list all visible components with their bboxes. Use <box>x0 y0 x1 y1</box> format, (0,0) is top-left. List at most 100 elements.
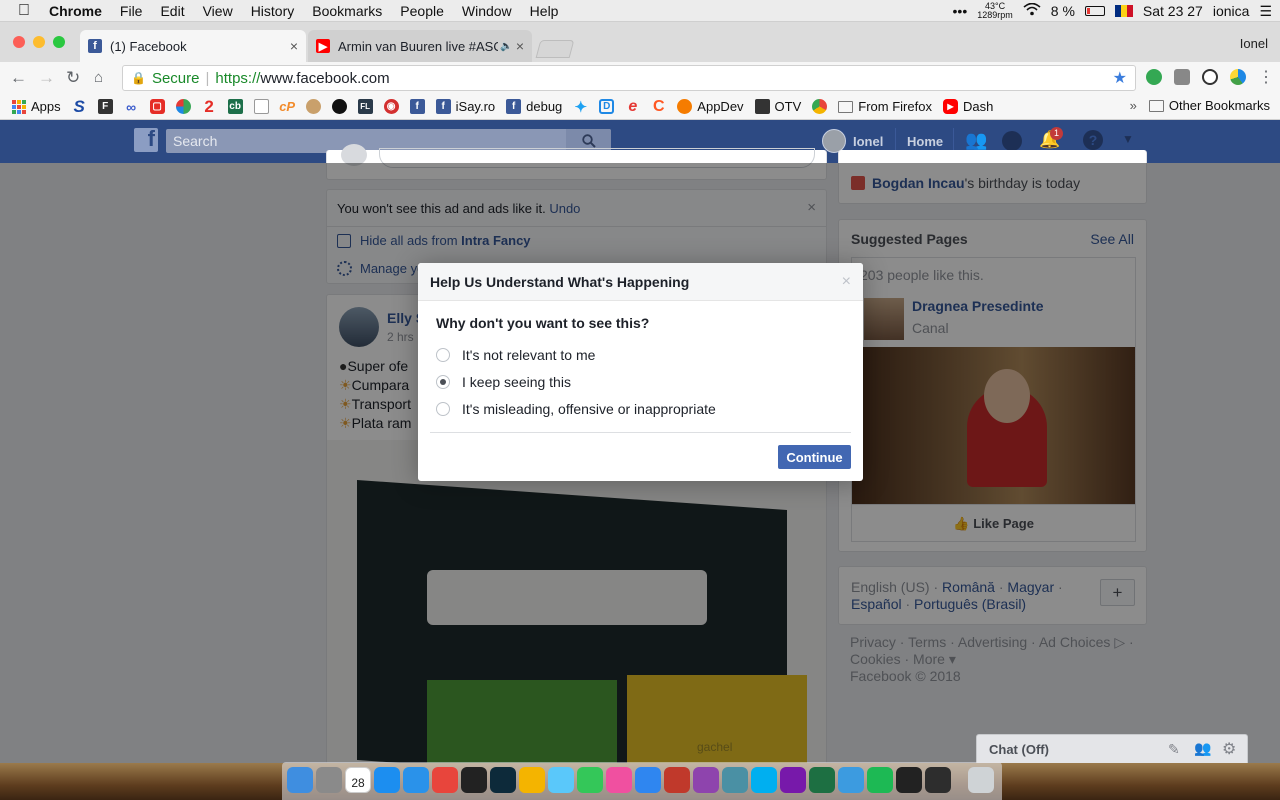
photos-icon[interactable] <box>519 767 545 793</box>
bookmark-from-firefox[interactable]: From Firefox <box>838 99 932 114</box>
activity-monitor-icon[interactable] <box>925 767 951 793</box>
compose-icon[interactable]: ✎ <box>1168 741 1180 758</box>
menu-help[interactable]: Help <box>521 3 568 19</box>
profile-link[interactable]: Ionel <box>853 134 883 149</box>
bookmark-isay[interactable]: f iSay.ro <box>435 99 495 114</box>
preview-icon[interactable] <box>838 767 864 793</box>
onenote-icon[interactable] <box>780 767 806 793</box>
excel-icon[interactable] <box>809 767 835 793</box>
spotify-icon[interactable] <box>867 767 893 793</box>
final-cut-icon[interactable] <box>461 767 487 793</box>
bookmark-fl[interactable]: FL <box>357 99 373 114</box>
finder-icon[interactable] <box>287 767 313 793</box>
bookmark-e[interactable]: e <box>625 98 640 115</box>
disk-utility-icon[interactable] <box>722 767 748 793</box>
continue-button[interactable]: Continue <box>778 445 851 469</box>
launchpad-icon[interactable] <box>316 767 342 793</box>
app-store-icon[interactable] <box>635 767 661 793</box>
bookmark-c[interactable]: C <box>651 98 666 115</box>
radio-button-selected[interactable] <box>436 375 450 389</box>
bookmark-twitter[interactable]: ✦ <box>573 99 588 116</box>
bookmark-d[interactable]: D <box>599 99 615 114</box>
profile-name[interactable]: Ionel <box>1240 36 1268 51</box>
bookmarks-overflow-chevron[interactable]: » <box>1130 98 1137 113</box>
menu-file[interactable]: File <box>111 3 152 19</box>
chrome-icon[interactable] <box>432 767 458 793</box>
tab-close-icon[interactable]: × <box>516 38 524 54</box>
radio-button[interactable] <box>436 348 450 362</box>
radio-button[interactable] <box>436 402 450 416</box>
battery-percent[interactable]: 8 % <box>1051 3 1075 19</box>
temp-readout[interactable]: 43°C 1289rpm <box>977 2 1013 20</box>
help-icon[interactable]: ? <box>1083 130 1103 150</box>
terminal-icon[interactable] <box>896 767 922 793</box>
reload-icon[interactable]: ↻ <box>66 68 80 88</box>
home-icon[interactable]: ⌂ <box>94 69 103 86</box>
tab-youtube[interactable]: ▶ Armin van Buuren live #ASO 🔈 × <box>308 30 532 62</box>
forward-arrow-icon[interactable]: → <box>38 68 55 88</box>
messages-icon[interactable] <box>548 767 574 793</box>
menu-history[interactable]: History <box>242 3 304 19</box>
friend-requests-icon[interactable]: 👥 <box>965 130 987 151</box>
clock[interactable]: Sat 23 27 <box>1143 3 1203 19</box>
tab-close-icon[interactable]: × <box>290 38 298 54</box>
color-picker-icon[interactable] <box>693 767 719 793</box>
minimize-window-button[interactable] <box>33 36 45 48</box>
bookmark-badge[interactable] <box>305 99 321 114</box>
bookmark-pie[interactable] <box>175 99 191 114</box>
calendar-icon[interactable]: 28 <box>345 767 371 793</box>
bookmark-debug[interactable]: f debug <box>506 99 562 114</box>
menu-user[interactable]: ionica <box>1213 3 1250 19</box>
itunes-icon[interactable] <box>606 767 632 793</box>
facebook-logo[interactable]: f <box>134 126 158 152</box>
bookmark-target[interactable]: ◉ <box>383 99 399 114</box>
option-keep-seeing[interactable]: I keep seeing this <box>436 374 571 390</box>
option-not-relevant[interactable]: It's not relevant to me <box>436 347 595 363</box>
bookmark-ftp[interactable]: F <box>97 99 113 114</box>
menu-extra-dots[interactable]: ••• <box>953 3 968 19</box>
extension-gray-icon[interactable] <box>1174 69 1190 85</box>
extension-green-icon[interactable] <box>1146 69 1162 85</box>
messenger-icon[interactable] <box>1002 131 1022 151</box>
back-arrow-icon[interactable]: ← <box>10 68 27 88</box>
bookmark-link[interactable]: ∞ <box>124 99 139 115</box>
menu-view[interactable]: View <box>194 3 242 19</box>
bookmark-two[interactable]: 2 <box>202 97 217 116</box>
new-tab-button[interactable] <box>535 40 575 58</box>
speaker-icon[interactable]: 🔈 <box>500 41 512 52</box>
bookmark-otv[interactable]: OTV <box>754 99 801 114</box>
extension-pie-icon[interactable] <box>1230 69 1246 85</box>
chat-bar[interactable]: Chat (Off) ✎ 👥 ⚙ <box>976 734 1248 763</box>
wifi-icon[interactable] <box>1023 2 1041 19</box>
bookmark-cb[interactable]: cb <box>227 99 243 114</box>
bookmark-appdev[interactable]: AppDev <box>677 99 744 114</box>
menu-people[interactable]: People <box>391 3 453 19</box>
account-menu-chevron-icon[interactable]: ▼ <box>1122 132 1134 146</box>
facetime-icon[interactable] <box>577 767 603 793</box>
bookmark-red-square[interactable]: ▢ <box>149 99 165 114</box>
notification-center-icon[interactable]: ☰ <box>1259 3 1272 20</box>
bookmark-cp[interactable]: cP <box>279 99 295 114</box>
zoom-window-button[interactable] <box>53 36 65 48</box>
close-icon[interactable]: × <box>842 273 851 291</box>
extension-1password-icon[interactable] <box>1202 69 1218 85</box>
bookmark-chrome[interactable] <box>812 99 828 114</box>
other-bookmarks[interactable]: » Other Bookmarks <box>1130 98 1270 113</box>
safari-icon[interactable] <box>403 767 429 793</box>
gear-icon[interactable]: ⚙ <box>1222 739 1236 759</box>
menu-window[interactable]: Window <box>453 3 521 19</box>
bookmark-star-icon[interactable]: ★ <box>1113 68 1127 88</box>
battery-icon[interactable] <box>1084 6 1105 16</box>
chrome-menu-icon[interactable]: ⋮ <box>1258 67 1274 87</box>
address-bar[interactable]: 🔒 Secure | https:// www.facebook.com ★ <box>122 65 1136 91</box>
menu-bookmarks[interactable]: Bookmarks <box>303 3 391 19</box>
bookmark-github[interactable] <box>331 99 347 114</box>
tab-facebook[interactable]: f (1) Facebook × <box>80 30 306 62</box>
menu-app-name[interactable]: Chrome <box>40 3 111 19</box>
romanian-flag-icon[interactable] <box>1114 5 1133 17</box>
bookmark-apps[interactable]: Apps <box>12 99 61 114</box>
group-icon[interactable]: 👥 <box>1194 740 1211 757</box>
close-window-button[interactable] <box>13 36 25 48</box>
bookmark-s[interactable]: S <box>72 97 87 116</box>
app-store-icon[interactable] <box>374 767 400 793</box>
